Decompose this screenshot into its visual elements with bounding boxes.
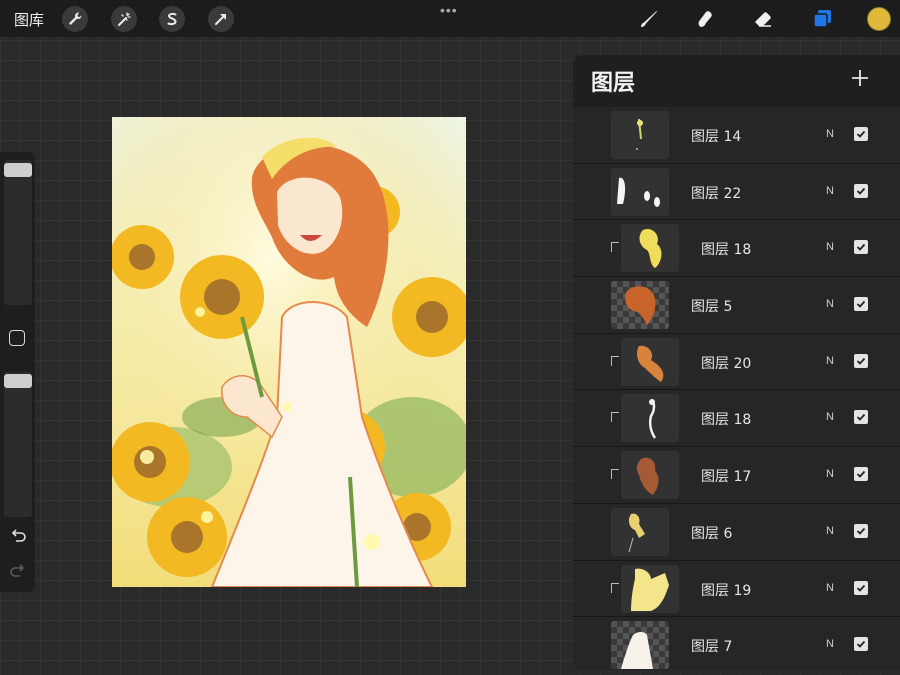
blend-mode-label[interactable]: N [826, 298, 834, 310]
layer-row[interactable]: 图层 5 N [573, 277, 900, 334]
visibility-checkbox[interactable] [854, 183, 868, 198]
blend-mode-label[interactable]: N [826, 241, 834, 253]
clipping-mask-icon [611, 469, 619, 480]
arrow-transform-icon[interactable] [208, 6, 234, 32]
blend-mode-label[interactable]: N [826, 411, 834, 423]
blend-mode-label[interactable]: N [826, 525, 834, 537]
layer-name: 图层 14 [691, 129, 742, 145]
blend-mode-label[interactable]: N [826, 582, 834, 594]
left-sidebar [0, 152, 35, 592]
blend-mode-label[interactable]: N [826, 468, 834, 480]
opacity-slider[interactable] [4, 372, 32, 517]
layer-thumbnail [611, 507, 669, 556]
layer-row[interactable]: 图层 19 N [573, 560, 900, 618]
layer-name: 图层 22 [691, 185, 742, 202]
layer-thumbnail [611, 621, 669, 670]
modify-button[interactable] [9, 330, 25, 346]
layer-name: 图层 19 [701, 582, 752, 599]
layer-thumbnail [621, 394, 679, 443]
brush-size-handle[interactable] [4, 163, 32, 177]
visibility-checkbox[interactable] [854, 127, 868, 141]
opacity-handle[interactable] [4, 374, 32, 388]
layer-thumbnail [621, 564, 679, 613]
layer-name: 图层 20 [701, 355, 752, 372]
wrench-icon[interactable] [62, 6, 88, 32]
brush-size-slider[interactable] [4, 160, 32, 305]
layer-row[interactable]: 图层 18 N [573, 220, 900, 278]
layer-thumbnail [621, 224, 679, 273]
layer-row[interactable]: 图层 18 N [573, 390, 900, 448]
visibility-checkbox[interactable] [854, 353, 868, 368]
layer-name: 图层 18 [701, 242, 752, 259]
layers-panel: 图层 图层 14 N 图层 22 N 图层 18 N 图层 5 N 图层 20 … [573, 55, 900, 670]
layer-name: 图层 6 [691, 525, 733, 542]
layer-thumbnail [611, 167, 669, 216]
layer-row[interactable]: 图层 7 N [573, 617, 900, 670]
blend-mode-label[interactable]: N [826, 355, 834, 367]
layer-row[interactable]: 图层 17 N [573, 447, 900, 504]
layer-name: 图层 7 [691, 639, 733, 656]
visibility-checkbox[interactable] [854, 410, 868, 425]
layers-panel-title: 图层 [591, 71, 636, 96]
brush-icon[interactable] [635, 5, 663, 33]
layer-row[interactable]: 图层 6 N [573, 503, 900, 561]
magic-wand-icon[interactable] [111, 6, 137, 32]
layer-row[interactable]: 图层 20 N [573, 333, 900, 391]
clipping-mask-icon [611, 242, 619, 253]
clipping-mask-icon [611, 412, 619, 423]
visibility-checkbox[interactable] [854, 580, 868, 595]
layers-icon[interactable] [808, 5, 836, 33]
visibility-checkbox[interactable] [854, 637, 868, 652]
color-picker-swatch[interactable] [867, 7, 891, 31]
eraser-icon[interactable] [749, 5, 777, 33]
clipping-mask-icon [611, 355, 619, 366]
artwork-illustration [112, 117, 466, 587]
smudge-icon[interactable] [691, 5, 719, 33]
layer-thumbnail [611, 111, 669, 159]
undo-icon[interactable] [8, 527, 28, 547]
layer-name: 图层 17 [701, 469, 752, 486]
add-layer-icon[interactable] [849, 67, 871, 89]
layer-thumbnail [611, 281, 669, 330]
layer-list: 图层 14 N 图层 22 N 图层 18 N 图层 5 N 图层 20 N 图… [573, 107, 900, 670]
clipping-mask-icon [611, 582, 619, 593]
blend-mode-label[interactable]: N [826, 128, 834, 140]
more-options-icon[interactable]: ••• [440, 2, 458, 18]
gallery-button[interactable]: 图库 [14, 9, 44, 30]
layer-name: 图层 5 [691, 299, 733, 316]
visibility-checkbox[interactable] [854, 467, 868, 482]
selection-s-icon[interactable] [159, 6, 185, 32]
layer-row[interactable]: 图层 14 N [573, 107, 900, 164]
visibility-checkbox[interactable] [854, 240, 868, 255]
layer-thumbnail [621, 451, 679, 500]
blend-mode-label[interactable]: N [826, 638, 834, 650]
top-toolbar: 图库 ••• [0, 0, 900, 37]
redo-icon[interactable] [8, 562, 28, 582]
layer-thumbnail [621, 337, 679, 386]
canvas-artwork[interactable] [112, 117, 466, 587]
layer-row[interactable]: 图层 22 N [573, 163, 900, 221]
visibility-checkbox[interactable] [854, 297, 868, 312]
blend-mode-label[interactable]: N [826, 185, 834, 197]
visibility-checkbox[interactable] [854, 523, 868, 538]
layer-name: 图层 18 [701, 412, 752, 429]
